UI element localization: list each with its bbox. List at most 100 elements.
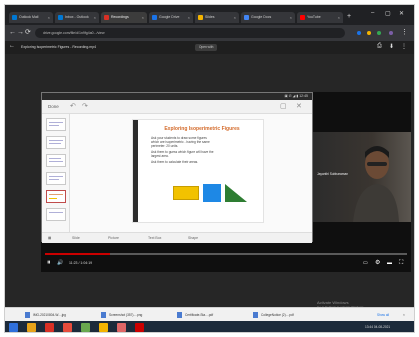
more-icon[interactable]: ⋮	[401, 43, 407, 50]
redo-icon[interactable]: ↷	[82, 102, 88, 110]
close-icon[interactable]: ✕	[296, 102, 302, 110]
back-arrow-icon[interactable]: ←	[9, 43, 15, 49]
start-icon[interactable]	[9, 323, 18, 332]
triangle-shape[interactable]	[225, 184, 247, 202]
tab-label: YouTube	[307, 15, 321, 19]
extension-icon[interactable]	[367, 31, 371, 35]
new-tab-button[interactable]: +	[347, 12, 351, 22]
downloads-bar: IMG-20210804-W....jpg Screenshot (357)..…	[5, 307, 414, 321]
progress-bar[interactable]	[45, 253, 407, 255]
extension-icon[interactable]	[357, 31, 361, 35]
menu-icon[interactable]: ⋮	[401, 28, 408, 37]
taskbar-app-icon[interactable]	[27, 323, 36, 332]
maximize-icon[interactable]: ▢	[385, 10, 391, 17]
insert-picture-button[interactable]: Picture	[108, 233, 119, 244]
download-item[interactable]: Certificate-Sta....pdf	[177, 311, 213, 319]
taskbar-app-icon[interactable]	[63, 323, 72, 332]
tab-label: Slides	[205, 15, 215, 19]
close-icon[interactable]: ×	[48, 12, 50, 23]
time-display: 11:23 / 1:04:19	[69, 261, 93, 265]
close-icon[interactable]: ×	[234, 12, 236, 23]
player-controls: ⏸ 🔊 11:23 / 1:04:19 ▭ ⚙ ▬ ⛶	[41, 253, 411, 272]
video-player[interactable]: ▣ ✆ ◢ ▮ 12:45 Done ↶ ↷ ▢ ✕ Exploring Iso…	[41, 92, 411, 272]
taskbar-app-icon[interactable]	[99, 323, 108, 332]
tab-inbox[interactable]: Inbox - Outlook ×	[55, 12, 99, 23]
close-icon[interactable]: ×	[290, 12, 292, 23]
address-bar[interactable]: drive.google.com/file/d/1n9fg4a0.../view	[35, 28, 345, 38]
back-icon[interactable]: ←	[9, 28, 16, 37]
drive-icon	[152, 15, 157, 20]
volume-icon[interactable]: 🔊	[57, 259, 63, 267]
download-item[interactable]: CollegeNotice (2)....pdf	[253, 311, 294, 319]
reload-icon[interactable]: ⟳	[25, 28, 31, 37]
close-icon[interactable]: ×	[403, 311, 405, 319]
undo-icon[interactable]: ↶	[70, 102, 76, 110]
download-filename: Certificate-Sta....pdf	[185, 313, 214, 317]
slide-thumbnail-selected[interactable]	[46, 190, 66, 203]
slide-decoration-bar	[133, 120, 138, 222]
browser-toolbar: ← → ⟳ drive.google.com/file/d/1n9fg4a0..…	[5, 25, 414, 41]
taskbar-app-icon[interactable]	[117, 323, 126, 332]
file-icon	[253, 312, 258, 318]
profile-avatar[interactable]	[389, 31, 393, 35]
file-name: Exploring Isoperimetric Figures - Record…	[21, 45, 97, 49]
forward-icon[interactable]: →	[17, 28, 24, 37]
tab-slides[interactable]: Slides ×	[195, 12, 239, 23]
captions-icon[interactable]: ▭	[363, 259, 368, 267]
video-viewer: ▣ ✆ ◢ ▮ 12:45 Done ↶ ↷ ▢ ✕ Exploring Iso…	[5, 54, 414, 321]
close-icon[interactable]: ×	[142, 12, 144, 23]
outlook-icon	[58, 15, 63, 20]
download-item[interactable]: Screenshot (357)....png	[101, 311, 142, 319]
file-icon	[25, 312, 30, 318]
done-button[interactable]: Done	[48, 100, 59, 114]
download-item[interactable]: IMG-20210804-W....jpg	[25, 311, 66, 319]
tab-recordings[interactable]: Recordings ×	[101, 12, 147, 23]
drive-preview-bar: ← Exploring Isoperimetric Figures - Reco…	[5, 41, 414, 54]
minimize-icon[interactable]: –	[371, 10, 374, 16]
slide-canvas: Exploring Isoperimetric Figures Ask your…	[132, 119, 264, 223]
show-all-downloads-link[interactable]: Show all	[377, 311, 389, 319]
extension-icon[interactable]	[377, 31, 381, 35]
close-icon[interactable]: ×	[94, 12, 96, 23]
download-icon[interactable]: ⬇	[389, 43, 394, 50]
slide-text-line: perimeter: 20 units.	[151, 144, 179, 148]
tab-youtube[interactable]: YouTube ×	[297, 12, 343, 23]
slides-icon	[198, 15, 203, 20]
system-clock[interactable]: 13:44 04-08-2021	[365, 321, 390, 332]
tab-label: Outlook Mail	[19, 15, 39, 19]
close-window-icon[interactable]: ✕	[399, 10, 404, 17]
video-icon	[104, 15, 109, 20]
tab-google-drive[interactable]: Google Drive ×	[149, 12, 193, 23]
rectangle-shape[interactable]	[173, 186, 199, 200]
download-filename: Screenshot (357)....png	[109, 313, 143, 317]
file-icon	[101, 312, 106, 318]
print-icon[interactable]: ⎙	[377, 43, 382, 50]
open-with-button[interactable]: Open with	[195, 44, 218, 51]
slide-thumbnail[interactable]	[46, 136, 66, 149]
grid-icon[interactable]: ▦	[48, 233, 51, 244]
slide-thumbnail[interactable]	[46, 118, 66, 131]
tab-label: Google Docs	[251, 15, 272, 19]
close-icon[interactable]: ×	[188, 12, 190, 23]
slide-thumbnail-panel	[42, 114, 70, 232]
taskbar-app-icon[interactable]	[135, 323, 144, 332]
status-icons: ▣ ✆ ◢ ▮ 12:45	[284, 94, 308, 98]
slide-thumbnail[interactable]	[46, 172, 66, 185]
page-icon[interactable]: ▢	[280, 102, 287, 110]
tab-google-docs[interactable]: Google Docs ×	[241, 12, 295, 23]
fullscreen-icon[interactable]: ⛶	[399, 259, 403, 267]
square-shape[interactable]	[203, 184, 221, 202]
taskbar-app-icon[interactable]	[45, 323, 54, 332]
slide-thumbnail[interactable]	[46, 154, 66, 167]
slide-thumbnail[interactable]	[46, 208, 66, 221]
slide-app-bottom-toolbar: ▦ Slide Picture Text Box Shape	[42, 232, 312, 243]
settings-icon[interactable]: ⚙	[375, 259, 380, 267]
insert-shape-button[interactable]: Shape	[188, 233, 198, 244]
theater-icon[interactable]: ▬	[387, 259, 392, 267]
insert-text-box-button[interactable]: Text Box	[148, 233, 161, 244]
close-icon[interactable]: ×	[338, 12, 340, 23]
pause-icon[interactable]: ⏸	[47, 259, 51, 267]
tab-outlook-mail[interactable]: Outlook Mail ×	[9, 12, 53, 23]
insert-slide-button[interactable]: Slide	[72, 233, 80, 244]
taskbar-app-icon[interactable]	[81, 323, 90, 332]
